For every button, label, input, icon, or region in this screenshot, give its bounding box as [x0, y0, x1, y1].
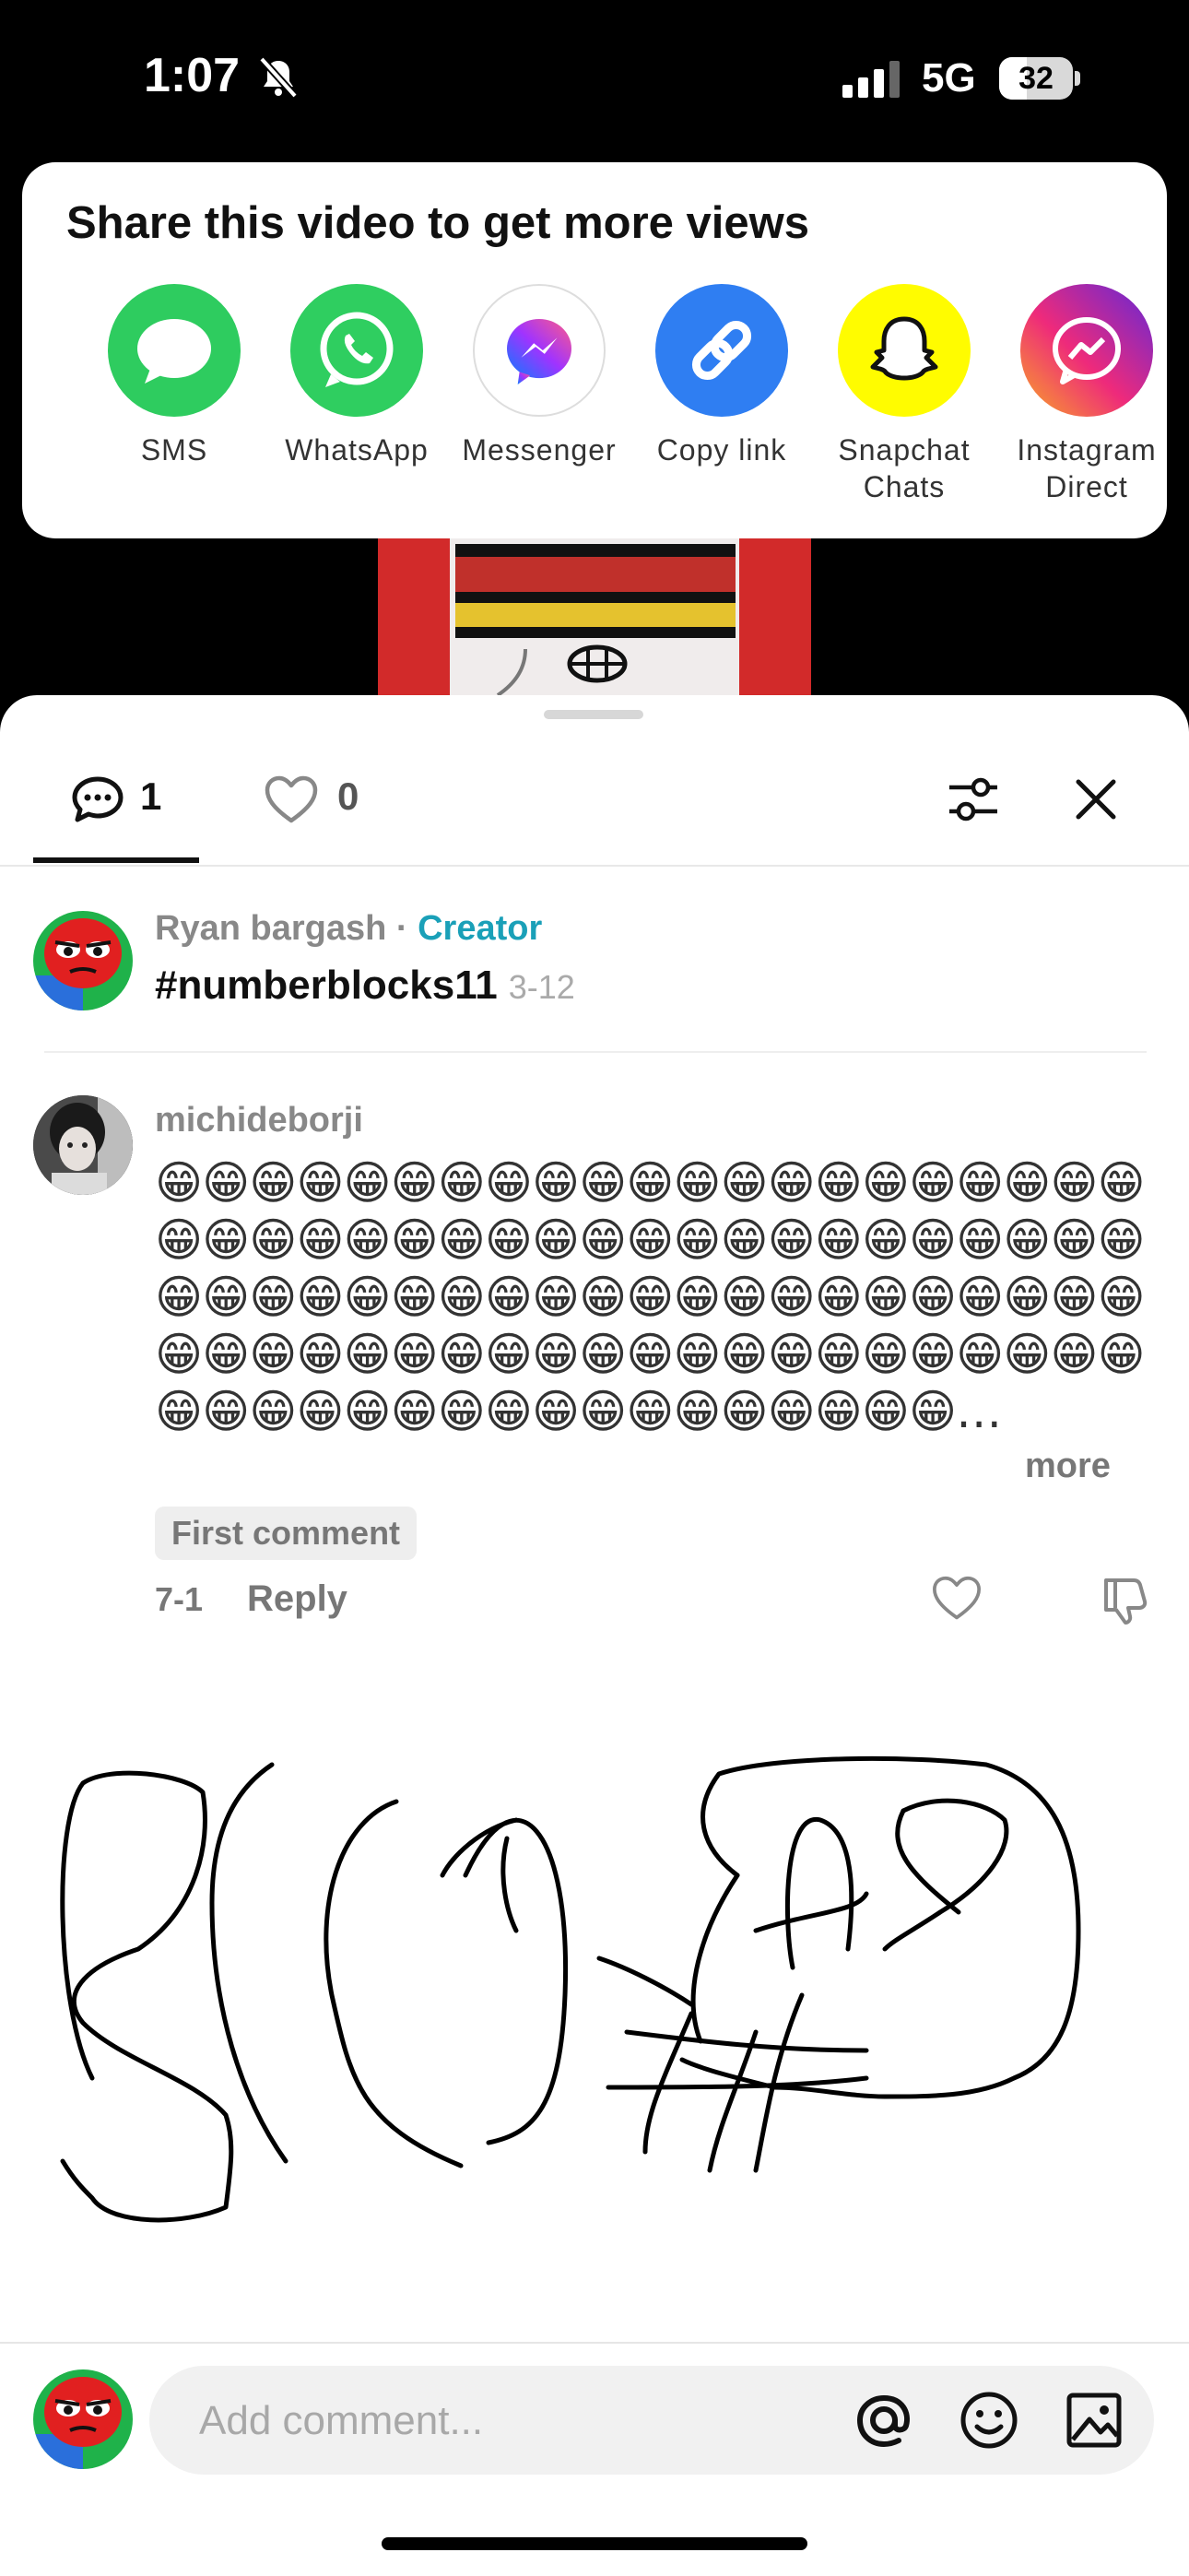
battery-level: 32	[1018, 61, 1054, 96]
cellular-signal-icon	[842, 61, 900, 98]
share-whatsapp-button[interactable]: WhatsApp	[265, 284, 448, 468]
like-heart-icon[interactable]	[931, 1575, 983, 1623]
filter-sliders-icon[interactable]	[946, 774, 1001, 826]
caption-divider	[44, 1051, 1147, 1053]
status-bar: 1:07 5G 32	[0, 0, 1189, 157]
more-link[interactable]: more	[1025, 1447, 1111, 1486]
name-separator: ·	[386, 909, 418, 948]
creator-name[interactable]: Ryan bargash	[155, 909, 386, 948]
mention-at-icon[interactable]	[852, 2388, 916, 2452]
home-indicator[interactable]	[382, 2537, 807, 2550]
heart-outline-icon	[265, 775, 318, 823]
share-label-sms: SMS	[140, 433, 208, 467]
snapchat-ghost-icon	[838, 284, 971, 417]
comment-date: 7-1	[155, 1580, 204, 1618]
battery-icon: 32	[999, 57, 1080, 100]
instagram-direct-icon	[1020, 284, 1153, 417]
my-avatar[interactable]	[33, 2369, 133, 2469]
image-picker-icon[interactable]	[1062, 2388, 1126, 2452]
caption-hashtag[interactable]: #numberblocks11	[155, 963, 498, 1008]
comment-bubble-icon	[72, 776, 124, 822]
tab-underline	[33, 857, 199, 863]
comment-input-bar	[149, 2366, 1154, 2476]
silent-bell-icon	[259, 56, 298, 99]
comments-sheet: 1 0 Ryan bargash · Creator #numberblocks…	[0, 695, 1189, 2576]
reply-button[interactable]: Reply	[247, 1578, 347, 1620]
first-comment-badge: First comment	[155, 1507, 418, 1560]
link-icon	[655, 284, 788, 417]
comment-input[interactable]	[197, 2366, 828, 2476]
video-preview[interactable]	[378, 538, 811, 695]
thumbs-down-icon[interactable]	[1097, 1573, 1148, 1625]
emoji-smile-icon[interactable]	[957, 2388, 1021, 2452]
status-time: 1:07	[144, 49, 241, 102]
creator-name-line: Ryan bargash · Creator	[155, 909, 542, 949]
share-sms-button[interactable]: SMS	[83, 284, 265, 468]
tab-likes[interactable]: 0	[264, 774, 393, 876]
commenter-username[interactable]: michideborji	[155, 1101, 363, 1140]
creator-avatar[interactable]	[33, 911, 133, 1010]
caption: #numberblocks11 3-12	[155, 963, 575, 1009]
sheet-handle[interactable]	[544, 710, 643, 719]
tabs-divider	[0, 865, 1189, 867]
share-title: Share this video to get more views	[66, 198, 810, 248]
close-icon[interactable]	[1075, 778, 1117, 821]
share-panel: Share this video to get more views SMS W…	[22, 162, 1167, 538]
likes-count: 0	[337, 774, 359, 818]
share-snapchat-button[interactable]: Snapchat Chats	[813, 284, 995, 505]
network-type: 5G	[922, 55, 976, 100]
comment-text: 😁😁😁😁😁😁😁😁😁😁😁😁😁😁😁😁😁😁😁😁😁😁😁😁😁😁😁😁😁😁😁😁😁😁😁😁😁😁😁😁…	[155, 1156, 1146, 1438]
share-instagram-button[interactable]: Instagram Direct	[995, 284, 1178, 505]
share-label-whatsapp: WhatsApp	[285, 433, 429, 467]
creator-badge: Creator	[418, 909, 543, 948]
share-label-copy-link: Copy link	[656, 433, 787, 467]
messenger-icon	[473, 284, 606, 417]
share-label-instagram: Instagram Direct	[1017, 433, 1157, 503]
share-label-messenger: Messenger	[462, 433, 617, 467]
share-messenger-button[interactable]: Messenger	[448, 284, 630, 468]
comments-count: 1	[140, 774, 162, 818]
whatsapp-icon	[290, 284, 423, 417]
share-copy-link-button[interactable]: Copy link	[630, 284, 813, 468]
sms-icon	[108, 284, 241, 417]
commenter-avatar[interactable]	[33, 1095, 133, 1195]
input-divider	[0, 2342, 1189, 2344]
hand-drawing	[60, 1755, 1081, 2223]
share-label-snapchat: Snapchat Chats	[838, 433, 971, 503]
caption-date: 3-12	[508, 968, 575, 1006]
